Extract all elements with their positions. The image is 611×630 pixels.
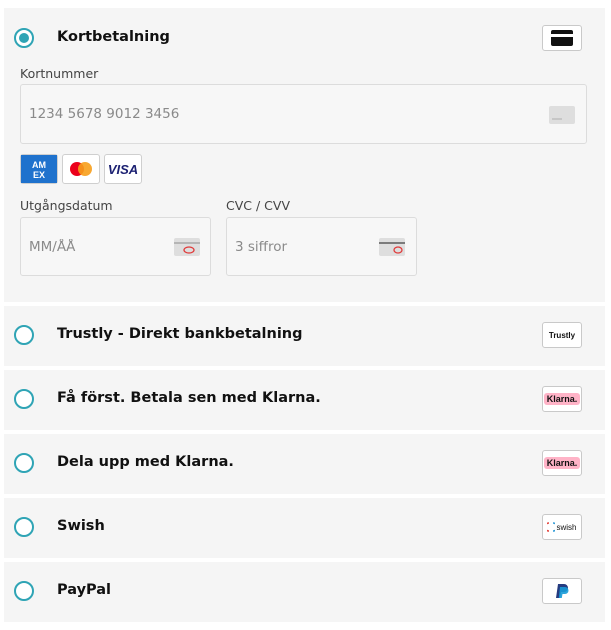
radio-klarna-later[interactable] bbox=[14, 389, 34, 409]
trustly-logo-icon: Trustly bbox=[542, 322, 582, 348]
cvc-label: CVC / CVV bbox=[226, 198, 290, 213]
mastercard-logo-icon bbox=[62, 154, 100, 184]
klarna-logo-icon: Klarna. bbox=[542, 386, 582, 412]
trustly-title: Trustly - Direkt bankbetalning bbox=[57, 326, 303, 342]
swish-logo-text: swish bbox=[556, 522, 577, 532]
payment-option-swish[interactable]: Swish swish bbox=[4, 498, 605, 558]
card-placeholder-icon bbox=[549, 106, 575, 128]
svg-text:VISA: VISA bbox=[108, 162, 138, 176]
klarna-later-title: Få först. Betala sen med Klarna. bbox=[57, 390, 321, 406]
paypal-title: PayPal bbox=[57, 582, 112, 598]
trustly-logo-text: Trustly bbox=[548, 330, 576, 340]
card-payment-icon bbox=[542, 25, 582, 51]
card-number-input[interactable] bbox=[20, 84, 587, 144]
payment-option-klarna-later[interactable]: Få först. Betala sen med Klarna. Klarna. bbox=[4, 370, 605, 430]
klarna-logo-icon: Klarna. bbox=[542, 450, 582, 476]
radio-swish[interactable] bbox=[14, 517, 34, 537]
paypal-logo-icon bbox=[542, 578, 582, 604]
payment-option-paypal[interactable]: PayPal bbox=[4, 562, 605, 622]
radio-trustly[interactable] bbox=[14, 325, 34, 345]
svg-text:AM: AM bbox=[32, 160, 46, 170]
payment-option-trustly[interactable]: Trustly - Direkt bankbetalning Trustly bbox=[4, 306, 605, 366]
card-number-label: Kortnummer bbox=[20, 66, 99, 81]
card-expiry-icon bbox=[174, 238, 200, 260]
amex-logo-icon: AM EX bbox=[20, 154, 58, 184]
visa-logo-icon: VISA bbox=[104, 154, 142, 184]
expiry-label: Utgångsdatum bbox=[20, 198, 113, 213]
card-payment-title: Kortbetalning bbox=[57, 29, 170, 45]
svg-text:EX: EX bbox=[33, 170, 45, 180]
payment-option-klarna-installments[interactable]: Dela upp med Klarna. Klarna. bbox=[4, 434, 605, 494]
klarna-logo-text: Klarna. bbox=[543, 457, 581, 469]
klarna-logo-text: Klarna. bbox=[543, 393, 581, 405]
klarna-installments-title: Dela upp med Klarna. bbox=[57, 454, 234, 470]
card-cvc-icon bbox=[379, 238, 405, 260]
radio-klarna-installments[interactable] bbox=[14, 453, 34, 473]
radio-paypal[interactable] bbox=[14, 581, 34, 601]
swish-logo-icon: swish bbox=[542, 514, 582, 540]
radio-card-payment[interactable] bbox=[14, 28, 34, 48]
swish-title: Swish bbox=[57, 518, 105, 534]
card-payment-panel: Kortbetalning Kortnummer AMEX VISA Utgån… bbox=[4, 8, 605, 302]
